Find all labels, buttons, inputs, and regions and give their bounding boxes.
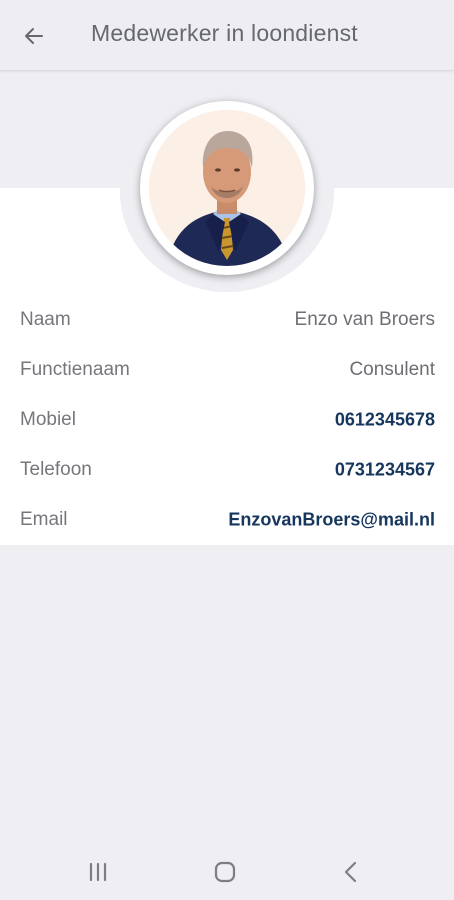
email-link[interactable]: EnzovanBroers@mail.nl xyxy=(228,510,435,531)
profile-photo xyxy=(149,110,305,266)
recent-apps-icon xyxy=(89,862,107,882)
back-nav-icon xyxy=(344,861,357,883)
back-nav-button[interactable] xyxy=(331,857,371,887)
home-icon xyxy=(214,861,236,883)
back-button[interactable] xyxy=(14,16,54,56)
page-title: Medewerker in loondienst xyxy=(91,20,358,46)
field-label: Telefoon xyxy=(20,459,92,480)
detail-row-functienaam: Functienaam Consulent xyxy=(0,345,454,395)
detail-row-email: Email EnzovanBroers@mail.nl xyxy=(0,495,454,545)
app-bar: Medewerker in loondienst xyxy=(0,0,454,71)
mobile-link[interactable]: 0612345678 xyxy=(335,410,435,431)
arrow-left-icon xyxy=(25,28,43,44)
avatar[interactable] xyxy=(140,101,314,275)
field-value: Enzo van Broers xyxy=(294,309,435,330)
field-value: Consulent xyxy=(349,359,435,380)
system-nav-bar xyxy=(0,845,454,900)
home-button[interactable] xyxy=(205,857,245,887)
detail-row-naam: Naam Enzo van Broers xyxy=(0,295,454,345)
field-label: Email xyxy=(20,509,68,530)
detail-row-mobiel: Mobiel 0612345678 xyxy=(0,395,454,445)
field-label: Naam xyxy=(20,309,71,330)
recent-apps-button[interactable] xyxy=(78,857,118,887)
field-label: Functienaam xyxy=(20,359,130,380)
phone-link[interactable]: 0731234567 xyxy=(335,460,435,481)
field-label: Mobiel xyxy=(20,409,76,430)
detail-row-telefoon: Telefoon 0731234567 xyxy=(0,445,454,495)
